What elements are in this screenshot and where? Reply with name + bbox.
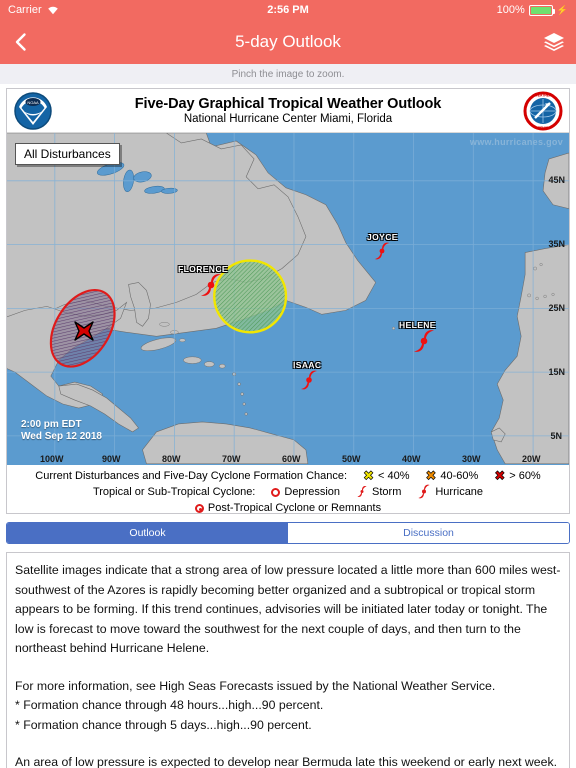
depression-icon	[271, 488, 281, 497]
status-bar-left: Carrier	[8, 4, 59, 16]
x-icon-medium: ✖	[425, 469, 437, 484]
x-icon-high: ✖	[494, 469, 506, 484]
legend-post-tropical: Post-Tropical Cyclone or Remnants	[207, 502, 382, 514]
tab-outlook[interactable]: Outlook	[7, 523, 288, 543]
legend-chance-high: > 60%	[509, 470, 541, 482]
landmass-layer	[7, 133, 569, 464]
lon-label-100w: 100W	[40, 454, 64, 464]
map-card[interactable]: NOAA Five-Day Graphical Tropical Weather…	[6, 88, 570, 514]
lon-label-30w: 30W	[462, 454, 481, 464]
lon-label-80w: 80W	[162, 454, 181, 464]
map-timestamp-time: 2:00 pm EDT	[21, 419, 82, 430]
battery-percent-label: 100%	[496, 4, 525, 16]
map-title-block: Five-Day Graphical Tropical Weather Outl…	[59, 96, 517, 125]
map-timestamp-date: Wed Sep 12 2018	[21, 431, 102, 442]
hurricane-icon	[417, 484, 431, 501]
outlook-text-panel[interactable]: Satellite images indicate that a strong …	[6, 552, 570, 768]
watermark-url: www.hurricanes.gov	[469, 137, 563, 147]
lat-label-25n: 25N	[548, 303, 565, 313]
page-title: 5-day Outlook	[235, 32, 341, 51]
lat-label-15n: 15N	[548, 367, 565, 377]
legend-storm: Storm	[372, 486, 402, 498]
lightning-bolt-icon: ⚡	[556, 4, 568, 15]
lat-label-35n: 35N	[548, 239, 565, 249]
all-disturbances-button[interactable]: All Disturbances	[15, 143, 120, 165]
svg-text:WEATHER: WEATHER	[535, 93, 552, 97]
legend-chance-label: Current Disturbances and Five-Day Cyclon…	[35, 470, 348, 482]
map-header: NOAA Five-Day Graphical Tropical Weather…	[7, 89, 569, 133]
legend-chance-medium: 40-60%	[440, 470, 479, 482]
legend-row-chance: Current Disturbances and Five-Day Cyclon…	[11, 469, 565, 484]
legend-row-cyclone: Tropical or Sub-Tropical Cyclone: Depres…	[11, 484, 565, 501]
svg-text:NOAA: NOAA	[27, 99, 39, 104]
national-weather-service-logo: WEATHER SERVICE	[523, 91, 563, 131]
status-bar: Carrier 2:56 PM 100% ⚡	[0, 0, 576, 20]
gulf-disturbance-x-icon	[71, 318, 97, 349]
map-image[interactable]: FLORENCE JOYCE HELENE ISAAC www.hurrican…	[7, 133, 569, 465]
hurricane-symbol-florence	[198, 272, 224, 303]
legend-cyclone-label: Tropical or Sub-Tropical Cyclone:	[92, 486, 256, 498]
outlook-paragraph-3: An area of low pressure is expected to d…	[15, 755, 558, 768]
chevron-left-icon[interactable]	[10, 31, 32, 53]
storm-symbol-joyce	[371, 240, 393, 267]
wifi-icon	[47, 5, 59, 15]
lon-label-40w: 40W	[402, 454, 421, 464]
lon-label-70w: 70W	[222, 454, 241, 464]
status-bar-right: 100% ⚡	[497, 4, 568, 16]
hurricane-symbol-helene	[411, 328, 437, 359]
storm-symbol-isaac	[297, 368, 321, 397]
post-tropical-icon	[194, 504, 204, 513]
status-bar-clock: 2:56 PM	[267, 4, 309, 16]
outlook-paragraph-2: For more information, see High Seas Fore…	[15, 678, 496, 732]
pinch-hint: Pinch the image to zoom.	[0, 64, 576, 84]
layers-icon[interactable]	[542, 30, 566, 54]
lon-label-20w: 20W	[522, 454, 541, 464]
outlook-paragraph-1: Satellite images indicate that a strong …	[15, 563, 561, 655]
carrier-label: Carrier	[8, 4, 42, 16]
tab-discussion[interactable]: Discussion	[288, 523, 569, 543]
battery-icon	[528, 4, 555, 16]
navigation-bar: 5-day Outlook	[0, 20, 576, 64]
lon-label-90w: 90W	[102, 454, 121, 464]
x-icon-low: ✖	[363, 469, 375, 484]
map-legend: Current Disturbances and Five-Day Cyclon…	[7, 465, 569, 514]
noaa-logo: NOAA	[13, 91, 53, 131]
map-timestamp: 2:00 pm EDT Wed Sep 12 2018	[21, 419, 102, 443]
map-subtitle: National Hurricane Center Miami, Florida	[183, 113, 393, 125]
storm-icon	[356, 485, 368, 501]
segmented-tabs[interactable]: Outlook Discussion	[6, 522, 570, 544]
lat-label-5n: 5N	[550, 431, 562, 441]
lon-label-50w: 50W	[342, 454, 361, 464]
legend-hurricane: Hurricane	[435, 486, 484, 498]
map-title: Five-Day Graphical Tropical Weather Outl…	[134, 96, 442, 112]
legend-row-post-tropical: Post-Tropical Cyclone or Remnants	[11, 501, 565, 514]
svg-text:SERVICE: SERVICE	[536, 126, 552, 130]
legend-chance-low: < 40%	[377, 470, 410, 482]
lon-label-60w: 60W	[282, 454, 301, 464]
legend-depression: Depression	[284, 486, 341, 498]
lat-label-45n: 45N	[548, 175, 565, 185]
